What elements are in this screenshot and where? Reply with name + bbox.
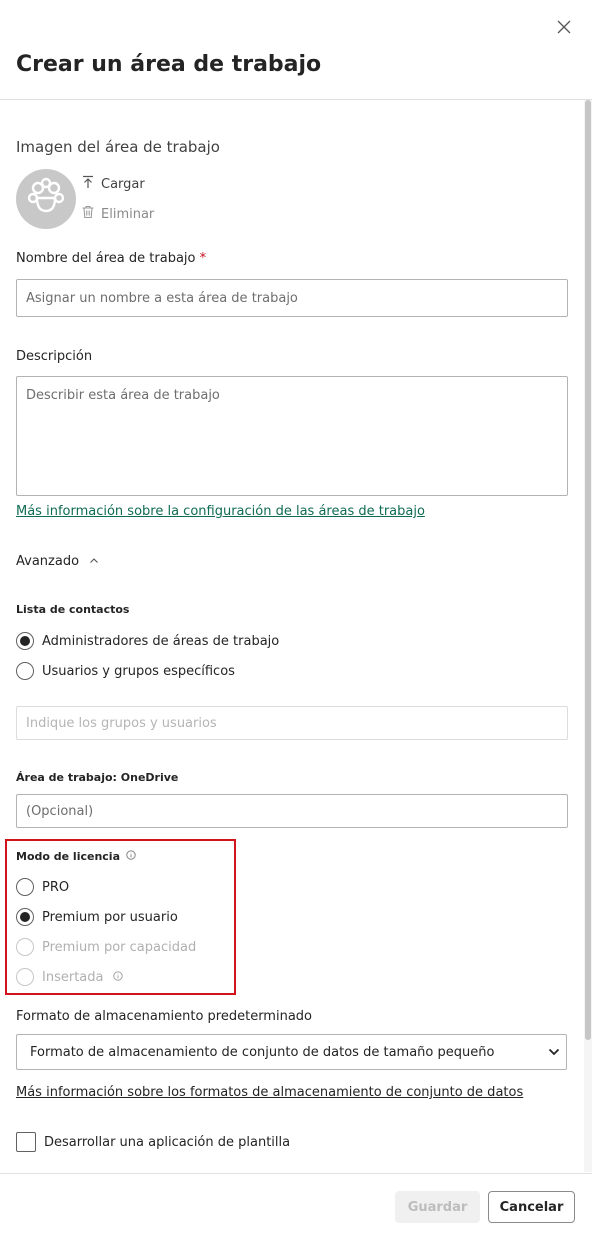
radio-button[interactable] [16, 632, 34, 650]
info-icon[interactable] [113, 970, 124, 985]
panel-title: Crear un área de trabajo [16, 52, 322, 77]
contact-option-admins[interactable]: Administradores de áreas de trabajo [16, 632, 279, 650]
radio-button[interactable] [16, 908, 34, 926]
close-icon [557, 19, 571, 38]
upload-button[interactable]: Cargar [81, 175, 145, 193]
radio-button[interactable] [16, 938, 34, 956]
upload-icon [81, 175, 95, 193]
template-app-checkbox[interactable] [16, 1132, 36, 1152]
delete-label: Eliminar [101, 206, 155, 222]
contact-option-specific[interactable]: Usuarios y grupos específicos [16, 662, 235, 680]
advanced-label: Avanzado [16, 554, 80, 569]
license-option-embedded[interactable]: Insertada [16, 968, 124, 986]
license-option-premium-user[interactable]: Premium por usuario [16, 908, 178, 926]
radio-button[interactable] [16, 878, 34, 896]
description-textarea[interactable] [16, 376, 568, 496]
save-button[interactable]: Guardar [395, 1191, 480, 1223]
radio-button[interactable] [16, 968, 34, 986]
footer-divider [0, 1173, 592, 1174]
onedrive-input[interactable] [16, 794, 568, 828]
upload-label: Cargar [101, 176, 145, 192]
workspace-name-input[interactable] [16, 279, 568, 317]
workspace-settings-link[interactable]: Más información sobre la configuración d… [16, 504, 425, 519]
trash-icon [81, 205, 95, 223]
license-mode-label: Modo de licencia [16, 850, 136, 863]
required-marker: * [199, 251, 207, 266]
license-option-label: Premium por usuario [42, 909, 178, 925]
close-button[interactable] [553, 17, 575, 39]
template-app-label: Desarrollar una aplicación de plantilla [44, 1134, 291, 1150]
license-option-label: PRO [42, 879, 70, 895]
scrollbar[interactable] [584, 100, 592, 1172]
license-option-pro[interactable]: PRO [16, 878, 69, 896]
license-option-label: Insertada [42, 969, 104, 985]
placeholder-face-icon [23, 174, 69, 224]
advanced-toggle[interactable]: Avanzado [16, 554, 99, 569]
radio-selected-dot [20, 636, 30, 646]
users-groups-input[interactable] [16, 706, 568, 740]
chevron-down-icon [548, 1045, 560, 1060]
template-app-option[interactable]: Desarrollar una aplicación de plantilla [16, 1132, 290, 1152]
workspace-name-label-text: Nombre del área de trabajo [16, 251, 196, 266]
license-option-label: Premium por capacidad [42, 939, 197, 955]
contact-option-label: Administradores de áreas de trabajo [42, 633, 280, 649]
storage-format-label: Formato de almacenamiento predeterminado [16, 1009, 312, 1024]
onedrive-label: Área de trabajo: OneDrive [16, 771, 179, 784]
workspace-avatar [16, 169, 76, 229]
license-option-premium-capacity[interactable]: Premium por capacidad [16, 938, 196, 956]
chevron-up-icon [89, 554, 99, 569]
radio-button[interactable] [16, 662, 34, 680]
storage-format-select[interactable]: Formato de almacenamiento de conjunto de… [16, 1034, 567, 1070]
info-icon[interactable] [126, 850, 136, 863]
storage-format-value: Formato de almacenamiento de conjunto de… [30, 1044, 495, 1060]
workspace-name-label: Nombre del área de trabajo * [16, 251, 206, 266]
description-label: Descripción [16, 349, 93, 364]
radio-selected-dot [20, 912, 30, 922]
cancel-button[interactable]: Cancelar [488, 1191, 575, 1223]
license-mode-label-text: Modo de licencia [16, 850, 120, 863]
workspace-image-label: Imagen del área de trabajo [16, 138, 220, 156]
contact-list-label: Lista de contactos [16, 603, 130, 616]
contact-option-label: Usuarios y grupos específicos [42, 663, 235, 679]
header-divider [0, 99, 592, 100]
delete-button[interactable]: Eliminar [81, 205, 154, 223]
scrollbar-thumb[interactable] [585, 100, 591, 1040]
storage-format-link[interactable]: Más información sobre los formatos de al… [16, 1085, 523, 1100]
